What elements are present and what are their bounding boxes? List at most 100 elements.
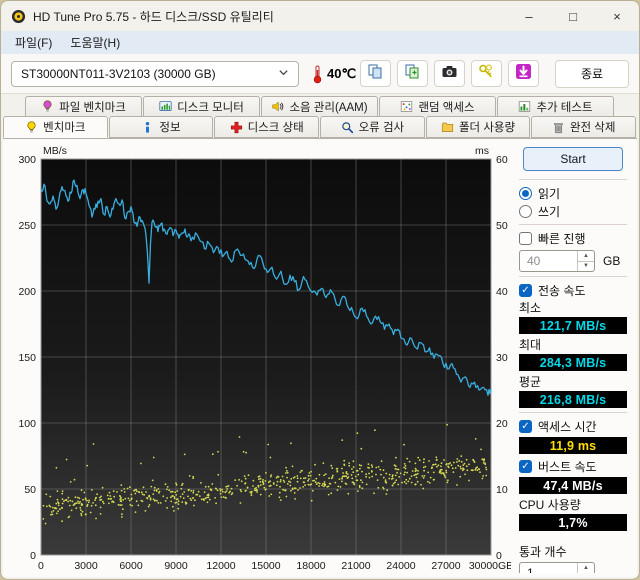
menu-help[interactable]: 도움말(H) <box>62 32 128 53</box>
svg-text:50: 50 <box>496 220 508 232</box>
min-speed-value: 121,7 MB/s <box>519 317 627 334</box>
svg-text:12000: 12000 <box>206 560 235 572</box>
radio-write-dot <box>519 205 532 218</box>
window-title: HD Tune Pro 5.75 - 하드 디스크/SSD 유틸리티 <box>33 8 274 25</box>
spinner-arrows[interactable]: ▲▼ <box>577 563 594 573</box>
menu-file[interactable]: 파일(F) <box>7 32 60 53</box>
info-icon <box>141 121 154 134</box>
close-button[interactable]: × <box>595 1 639 31</box>
tab-label: 정보 <box>159 119 180 135</box>
svg-text:15000: 15000 <box>251 560 280 572</box>
avg-label: 평균 <box>519 375 627 389</box>
checkbox-access-time-box <box>519 420 532 433</box>
titlebar: HD Tune Pro 5.75 - 하드 디스크/SSD 유틸리티 – □ × <box>1 1 639 31</box>
start-button[interactable]: Start <box>523 147 623 171</box>
svg-text:250: 250 <box>18 220 36 232</box>
update-download-button[interactable] <box>508 60 539 87</box>
svg-text:200: 200 <box>18 286 36 298</box>
maximize-button[interactable]: □ <box>551 1 595 31</box>
tab-file-benchmark[interactable]: 파일 벤치마크 <box>25 96 142 116</box>
temperature-value: 40℃ <box>327 66 356 82</box>
tab-label: 디스크 모니터 <box>177 99 244 115</box>
svg-text:9000: 9000 <box>164 560 188 572</box>
capacity-spinner[interactable]: 40 ▲▼ <box>519 250 595 272</box>
toolbar: ST30000NT011-3V2103 (30000 GB) 40℃ 종료 <box>1 54 639 94</box>
access-time-value: 11,9 ms <box>519 437 627 454</box>
divider <box>519 179 627 180</box>
tab-extra-tests[interactable]: 추가 테스트 <box>497 96 614 116</box>
svg-text:20: 20 <box>496 418 508 430</box>
copy-icon <box>367 63 384 85</box>
tab-label: 폴더 사용량 <box>459 119 515 135</box>
svg-text:18000: 18000 <box>296 560 325 572</box>
svg-text:3000: 3000 <box>74 560 98 572</box>
license-keys-button[interactable] <box>471 60 502 87</box>
radio-read[interactable]: 읽기 <box>519 185 627 202</box>
keys-icon <box>478 63 495 85</box>
tab-row-back: 파일 벤치마크 디스크 모니터 소음 관리(AAM) 랜덤 액세스 추가 테스트 <box>3 96 637 116</box>
tab-random-access[interactable]: 랜덤 액세스 <box>379 96 496 116</box>
svg-text:30000GB: 30000GB <box>469 560 511 572</box>
tab-label: 랜덤 액세스 <box>418 99 474 115</box>
spinner-arrows[interactable]: ▲▼ <box>577 251 594 271</box>
svg-text:150: 150 <box>18 352 36 364</box>
tab-info[interactable]: 정보 <box>109 116 214 138</box>
checkbox-transfer-rate[interactable]: 전송 속도 <box>519 282 627 299</box>
svg-text:40: 40 <box>496 286 508 298</box>
screenshot-button[interactable] <box>434 60 465 87</box>
capacity-value: 40 <box>520 251 577 271</box>
checkbox-burst-rate[interactable]: 버스트 속도 <box>519 458 627 475</box>
trash-icon <box>552 121 565 134</box>
drive-select[interactable]: ST30000NT011-3V2103 (30000 GB) <box>11 61 299 87</box>
tab-error-scan[interactable]: 오류 검사 <box>320 116 425 138</box>
copy-to-file-button[interactable] <box>397 60 428 87</box>
lightbulb-purple-icon <box>41 100 54 113</box>
svg-text:ms: ms <box>475 145 489 157</box>
control-panel: Start 읽기 쓰기 빠른 진행 40 ▲▼ GB <box>511 143 633 573</box>
menubar: 파일(F) 도움말(H) <box>1 31 639 54</box>
cpu-usage-label: CPU 사용량 <box>519 498 627 512</box>
checkbox-transfer-rate-box <box>519 284 532 297</box>
checkbox-access-time[interactable]: 액세스 시간 <box>519 418 627 435</box>
radio-read-dot <box>519 187 532 200</box>
minimize-button[interactable]: – <box>507 1 551 31</box>
divider <box>519 412 627 413</box>
app-logo-icon <box>11 9 26 24</box>
tab-health[interactable]: 디스크 상태 <box>214 116 319 138</box>
svg-text:30: 30 <box>496 352 508 364</box>
svg-text:24000: 24000 <box>386 560 415 572</box>
radio-read-label: 읽기 <box>538 185 560 202</box>
copy-file-icon <box>404 63 421 85</box>
pass-count-value: 1 <box>520 563 577 573</box>
health-cross-icon <box>230 121 243 134</box>
tab-strip: 파일 벤치마크 디스크 모니터 소음 관리(AAM) 랜덤 액세스 추가 테스트 벤치마… <box>1 94 639 138</box>
radio-write[interactable]: 쓰기 <box>519 203 627 220</box>
capacity-unit: GB <box>603 254 620 268</box>
tab-row-front: 벤치마크 정보 디스크 상태오류 검사 폴더 사용량 완전 삭제 <box>3 116 637 138</box>
benchmark-chart: MB/sms3002502001501005006050403020100030… <box>9 143 511 573</box>
exit-button[interactable]: 종료 <box>555 60 629 88</box>
svg-text:0: 0 <box>38 560 44 572</box>
svg-text:0: 0 <box>30 550 36 562</box>
drive-name: ST30000NT011-3V2103 (30000 GB) <box>21 67 216 81</box>
svg-text:10: 10 <box>496 484 508 496</box>
app-window: HD Tune Pro 5.75 - 하드 디스크/SSD 유틸리티 – □ ×… <box>0 0 640 580</box>
tab-disk-monitor[interactable]: 디스크 모니터 <box>143 96 260 116</box>
svg-text:50: 50 <box>24 484 36 496</box>
copy-to-clipboard-button[interactable] <box>360 60 391 87</box>
checkbox-partial-scan[interactable]: 빠른 진행 <box>519 230 627 247</box>
burst-rate-label: 버스트 속도 <box>538 458 597 475</box>
random-icon <box>400 100 413 113</box>
tab-secure-erase[interactable]: 완전 삭제 <box>531 116 636 138</box>
chevron-down-icon <box>278 67 289 81</box>
tab-aam[interactable]: 소음 관리(AAM) <box>261 96 378 116</box>
max-label: 최대 <box>519 338 627 352</box>
pass-count-spinner[interactable]: 1 ▲▼ <box>519 562 595 573</box>
divider <box>519 276 627 277</box>
magnifier-icon <box>341 121 354 134</box>
tab-folder-usage[interactable]: 폴더 사용량 <box>426 116 531 138</box>
lightbulb-yellow-icon <box>25 121 38 134</box>
tab-benchmark[interactable]: 벤치마크 <box>3 116 108 138</box>
tab-label: 파일 벤치마크 <box>59 99 126 115</box>
svg-text:60: 60 <box>496 154 508 166</box>
